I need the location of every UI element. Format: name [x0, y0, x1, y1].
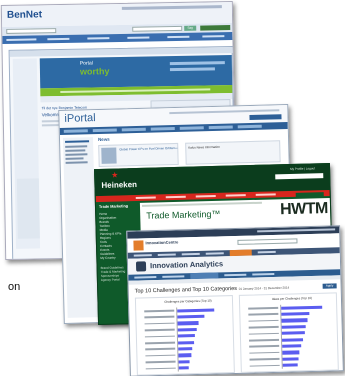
chart-category-label	[145, 354, 176, 357]
chart-category-label	[249, 364, 280, 367]
chart-category-label	[249, 345, 280, 348]
chart-bar	[177, 321, 199, 326]
chart-category-label	[145, 360, 176, 364]
iportal-logo[interactable]: iPortal	[64, 112, 95, 125]
chart-bar	[178, 340, 194, 345]
chart-bar	[282, 363, 298, 368]
bennet-search-button[interactable]: Søg	[184, 25, 197, 31]
iportal-news-heading: News	[97, 136, 110, 143]
heineken-sidebar-title: Trade Marketing	[98, 204, 129, 209]
chart-category-label	[145, 341, 176, 344]
chart-bar	[281, 318, 308, 323]
chart-right-title: Ideas per Challenges (Top 10)	[271, 295, 313, 302]
chart-category-label	[145, 367, 176, 370]
chart-bar	[281, 311, 310, 317]
chart-category-label	[248, 319, 279, 322]
chart-left-title: Challenges per Categories (Top 10)	[164, 298, 212, 304]
chart-bar	[282, 357, 299, 361]
chart-category-label	[144, 309, 175, 312]
chart-category-label	[248, 306, 279, 310]
chart-category-label	[249, 358, 280, 361]
chart-bar	[178, 366, 190, 370]
chart-bar	[177, 314, 205, 319]
chart-bar	[281, 305, 322, 310]
chart-title: Top 10 Challenges and Top 10 Categories	[134, 285, 238, 295]
chart-category-label	[144, 322, 175, 325]
chart-bar	[282, 344, 301, 349]
analytics-icon	[135, 261, 147, 272]
chart-bar	[281, 337, 303, 342]
chart-left: Challenges per Categories (Top 10)	[134, 295, 235, 376]
chart-category-label	[145, 347, 176, 351]
bennet-logo[interactable]: BenNet	[7, 9, 42, 21]
heineken-heading: Trade Marketing™	[146, 208, 221, 221]
chart-category-label	[248, 313, 279, 316]
heineken-login[interactable]: My Profile | Logout	[290, 166, 328, 171]
bennet-search-input[interactable]	[132, 25, 183, 32]
chart-right: Ideas per Challenges (Top 10)	[238, 292, 339, 373]
innovation-logo[interactable]: InnovationCentre	[145, 240, 200, 245]
chart-bar	[282, 350, 300, 355]
heineken-search-input[interactable]	[275, 173, 324, 180]
chart-right-labels	[242, 305, 280, 370]
chart-bar	[281, 324, 307, 329]
chart-bar	[281, 331, 305, 336]
chart-bar	[178, 347, 193, 351]
chart-category-label	[144, 328, 175, 332]
heineken-big-text: HWTM	[279, 200, 329, 219]
chart-left-labels	[138, 308, 176, 373]
date-range[interactable]: 01 January 2014 - 31 December 2014	[239, 285, 319, 291]
iportal-sidebar	[62, 137, 98, 318]
apply-button[interactable]: Apply	[322, 283, 337, 289]
chart-category-label	[144, 315, 175, 319]
heineken-logo[interactable]: Heineken	[101, 180, 137, 190]
chart-bar	[178, 353, 192, 358]
chart-category-label	[248, 332, 279, 335]
partial-label: on	[8, 281, 21, 293]
portal-banner: Portal worthy	[39, 55, 233, 89]
innovation-screenshot: InnovationCentre Innovation Analytics To…	[126, 225, 344, 376]
innovation-title: Innovation Analytics	[149, 259, 224, 271]
heineken-star-icon: ★	[111, 170, 119, 180]
portal-logo: Portal worthy	[79, 60, 110, 77]
chart-category-label	[144, 335, 175, 338]
iportal-info-heading: Kalus News Information	[188, 144, 220, 150]
chart-category-label	[249, 351, 280, 354]
chart-category-label	[249, 338, 280, 342]
chart-bar	[177, 334, 196, 338]
chart-left-plot	[176, 306, 232, 372]
iportal-news-item[interactable]: Global Power CPs on Fuel Driven Orbiters…	[119, 146, 177, 152]
chart-bar	[177, 327, 197, 332]
chart-right-plot	[280, 303, 336, 369]
chart-bar	[177, 308, 215, 313]
chart-bar	[178, 359, 191, 364]
chart-category-label	[248, 326, 279, 329]
